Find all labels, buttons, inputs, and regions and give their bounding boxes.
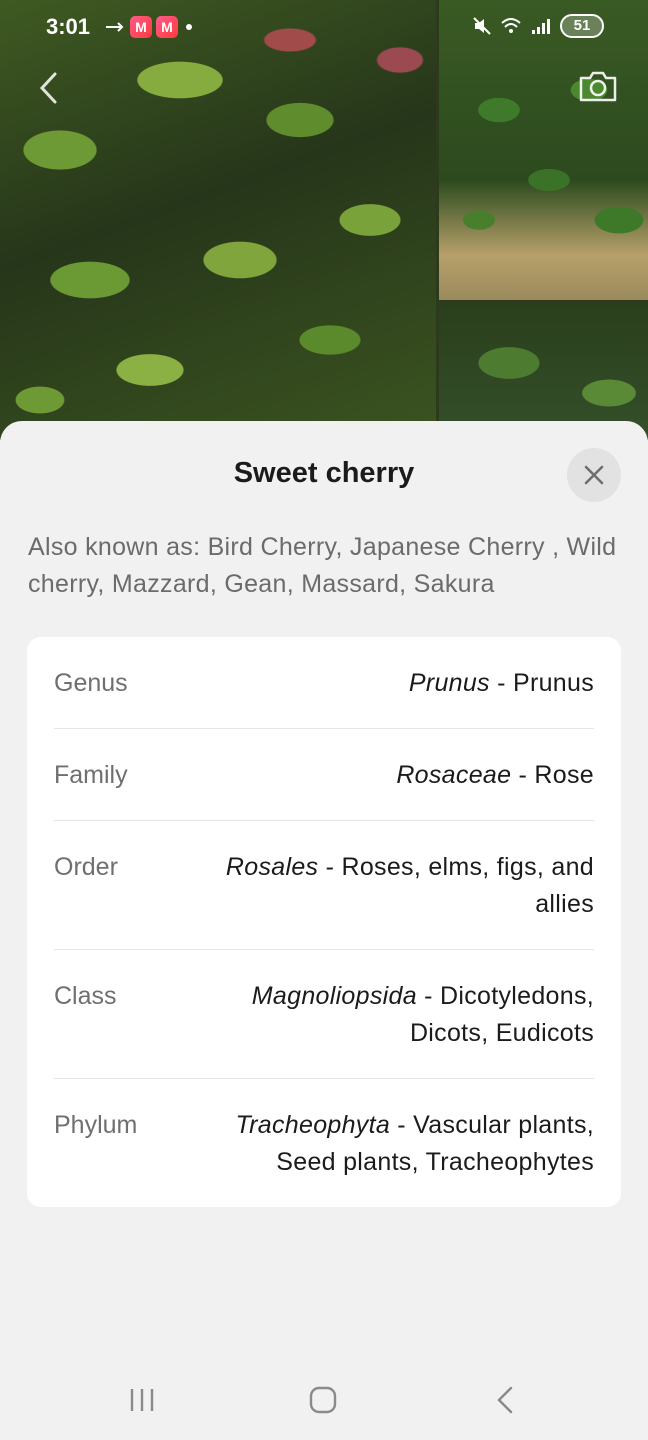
back-nav-button[interactable]: [475, 1376, 535, 1424]
scientific-name: Magnoliopsida: [251, 982, 417, 1010]
common-name: - Prunus: [489, 669, 594, 697]
taxonomy-row-class: Class Magnoliopsida - Dicotyledons, Dico…: [54, 950, 594, 1079]
common-name: - Dicotyledons, Dicots, Eudicots: [409, 982, 594, 1047]
camera-button[interactable]: [574, 64, 622, 108]
taxonomy-label: Order: [54, 853, 118, 881]
taxonomy-label: Family: [54, 761, 128, 789]
taxonomy-row-order: Order Rosales - Roses, elms, figs, and a…: [54, 821, 594, 950]
status-time: 3:01: [46, 14, 91, 39]
status-bar: 3:01 M M 51: [0, 0, 648, 56]
scientific-name: Prunus: [408, 669, 490, 697]
back-icon: [497, 1386, 513, 1414]
taxonomy-value[interactable]: Rosaceae - Rose: [184, 757, 594, 794]
taxonomy-row-phylum: Phylum Tracheophyta - Vascular plants, S…: [54, 1079, 594, 1204]
arrow-icon: [106, 22, 124, 32]
plant-details-sheet: Sweet cherry Also known as: Bird Cherry,…: [0, 421, 648, 1440]
close-icon: [584, 465, 604, 485]
taxonomy-value[interactable]: Magnoliopsida - Dicotyledons, Dicots, Eu…: [184, 978, 594, 1052]
plant-common-name: Sweet cherry: [233, 457, 415, 489]
notification-icons: M M: [104, 16, 192, 38]
also-known-as-text: Also known as: Bird Cherry, Japanese Che…: [28, 533, 617, 598]
app-notification-icon: M: [130, 16, 152, 38]
taxonomy-value[interactable]: Tracheophyta - Vascular plants, Seed pla…: [184, 1107, 594, 1181]
battery-icon: 51: [560, 14, 604, 38]
recents-icon: [130, 1389, 154, 1411]
taxonomy-label: Genus: [54, 669, 128, 697]
common-name: - Rose: [511, 761, 594, 789]
common-name: - Roses, elms, figs, and allies: [318, 853, 594, 918]
taxonomy-row-family: Family Rosaceae - Rose: [54, 729, 594, 821]
system-navigation-bar: [0, 1368, 648, 1432]
more-notifications-dot: [186, 24, 192, 30]
taxonomy-label: Phylum: [54, 1111, 138, 1139]
home-icon: [309, 1386, 337, 1414]
recents-button[interactable]: [112, 1376, 172, 1424]
taxonomy-value[interactable]: Rosales - Roses, elms, figs, and allies: [184, 849, 594, 923]
system-icons: 51: [472, 14, 604, 38]
close-button[interactable]: [567, 448, 621, 502]
scientific-name: Tracheophyta: [235, 1111, 391, 1139]
wifi-icon: [501, 18, 521, 33]
app-notification-icon: M: [156, 16, 178, 38]
scientific-name: Rosaceae: [396, 761, 512, 789]
taxonomy-row-genus: Genus Prunus - Prunus: [54, 637, 594, 729]
taxonomy-value[interactable]: Prunus - Prunus: [184, 665, 594, 702]
taxonomy-card: Genus Prunus - Prunus Family Rosaceae - …: [27, 637, 621, 1207]
home-button[interactable]: [293, 1376, 353, 1424]
chevron-left-icon: [39, 72, 57, 104]
signal-icon: [532, 19, 550, 34]
scientific-name: Rosales: [225, 853, 319, 881]
camera-icon: [579, 71, 617, 102]
back-button[interactable]: [28, 66, 68, 110]
secondary-plant-photo-2[interactable]: [439, 303, 648, 440]
taxonomy-label: Class: [54, 982, 117, 1010]
mute-icon: [473, 17, 491, 35]
plant-photo-gallery: [0, 0, 648, 440]
